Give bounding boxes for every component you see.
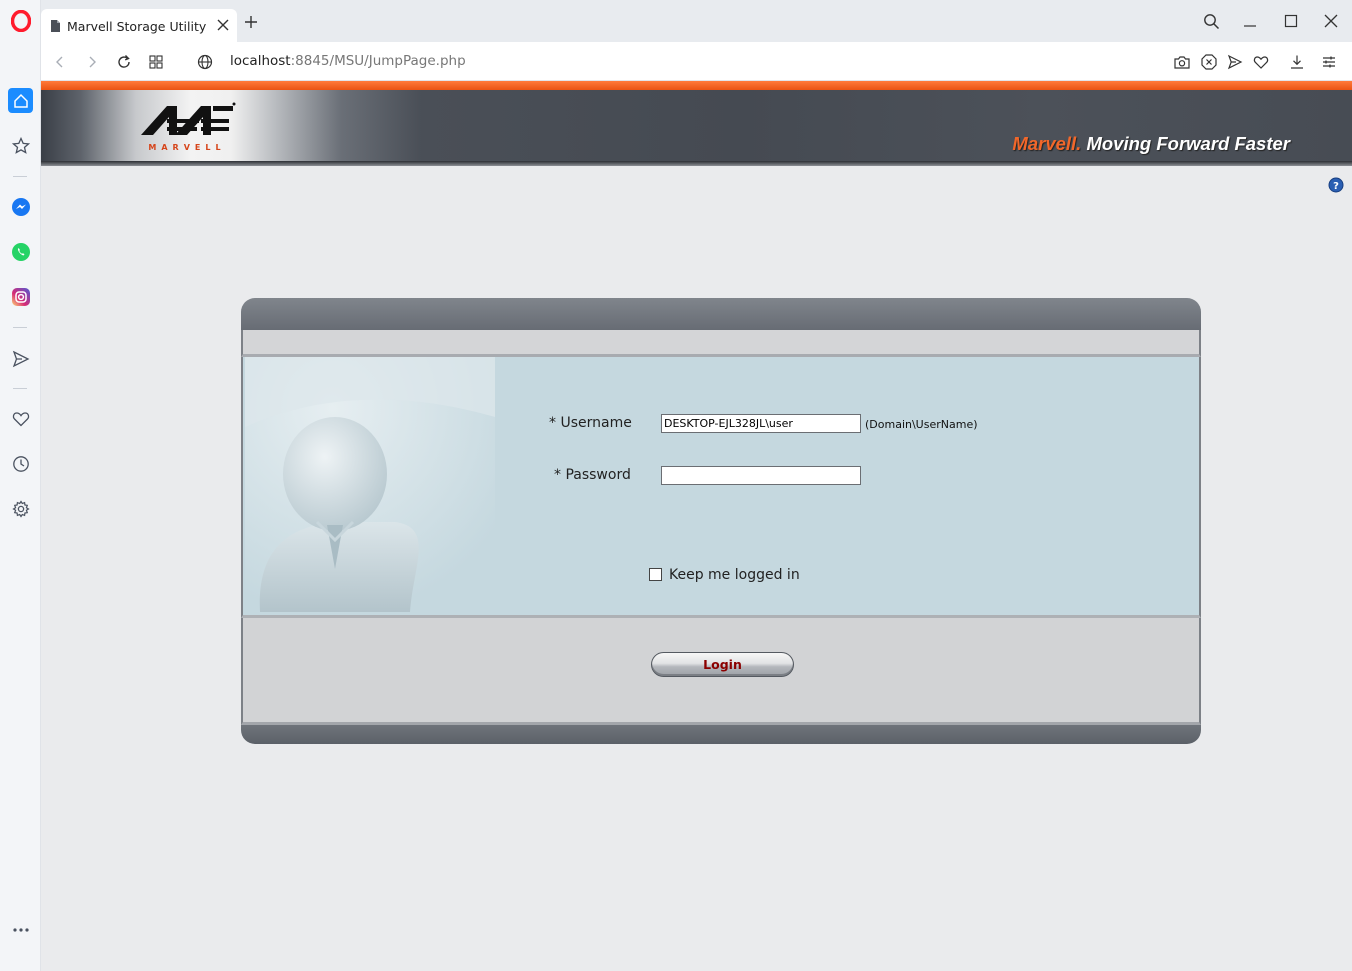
globe-icon[interactable]	[195, 52, 215, 72]
url-field[interactable]: localhost:8845/MSU/JumpPage.php	[230, 53, 466, 69]
close-tab-icon[interactable]	[215, 17, 231, 37]
reload-icon[interactable]	[114, 52, 134, 72]
login-panel: * Username (Domain\UserName) * Password …	[241, 298, 1201, 744]
heart-icon[interactable]	[1252, 53, 1270, 71]
tab-marvell-storage-utility[interactable]: Marvell Storage Utility	[41, 9, 237, 42]
panel-bottom-bar	[241, 725, 1201, 744]
help-icon[interactable]: ?	[1328, 177, 1344, 193]
password-input[interactable]	[661, 466, 861, 485]
minimize-icon[interactable]	[1240, 11, 1260, 31]
marvell-logo: MARVELL	[137, 101, 237, 157]
close-window-icon[interactable]	[1321, 11, 1341, 31]
home-icon[interactable]	[8, 88, 33, 113]
sidebar-separator	[13, 327, 27, 328]
forward-icon[interactable]	[82, 52, 102, 72]
panel-top-bar	[241, 298, 1201, 330]
settings-icon[interactable]	[8, 496, 33, 521]
sidebar-separator	[13, 388, 27, 389]
header-tagline: Marvell. Moving Forward Faster	[1012, 133, 1290, 155]
page-icon	[50, 19, 61, 37]
whatsapp-icon[interactable]	[8, 239, 33, 264]
address-bar: localhost:8845/MSU/JumpPage.php	[41, 42, 1352, 81]
instagram-icon[interactable]	[8, 284, 33, 309]
login-form: * Username (Domain\UserName) * Password …	[241, 357, 1201, 618]
user-silhouette-illustration	[245, 357, 495, 615]
more-icon[interactable]	[8, 917, 33, 942]
heart-icon[interactable]	[8, 406, 33, 431]
tab-grid-icon[interactable]	[146, 52, 166, 72]
tab-bar: Marvell Storage Utility	[41, 0, 1352, 42]
adblock-icon[interactable]	[1200, 53, 1218, 71]
username-format-hint: (Domain\UserName)	[865, 418, 978, 431]
easy-setup-icon[interactable]	[1320, 53, 1338, 71]
history-icon[interactable]	[8, 451, 33, 476]
login-button-label: Login	[703, 657, 742, 672]
search-tabs-icon[interactable]	[1201, 11, 1221, 31]
sidebar-separator	[13, 176, 27, 177]
back-icon[interactable]	[50, 52, 70, 72]
marvell-logo-text: MARVELL	[148, 143, 226, 152]
panel-footer: Login	[241, 618, 1201, 725]
tab-title: Marvell Storage Utility	[67, 19, 207, 34]
header-banner: MARVELL Marvell. Moving Forward Faster	[41, 90, 1352, 166]
opera-logo-icon[interactable]	[8, 8, 33, 33]
url-path: :8845/MSU/JumpPage.php	[290, 53, 466, 69]
new-tab-icon[interactable]	[244, 15, 258, 33]
camera-icon[interactable]	[1173, 53, 1191, 71]
send-icon[interactable]	[1226, 53, 1244, 71]
login-button[interactable]: Login	[651, 652, 794, 677]
username-label: * Username	[549, 415, 632, 431]
tagline-brand: Marvell.	[1012, 133, 1082, 154]
bookmarks-icon[interactable]	[8, 133, 33, 158]
marvell-logo-mark	[141, 102, 236, 135]
tagline-slogan: Moving Forward Faster	[1081, 133, 1290, 154]
username-input[interactable]	[661, 414, 861, 433]
maximize-icon[interactable]	[1281, 11, 1301, 31]
header-accent-bar	[41, 81, 1352, 90]
url-host: localhost	[230, 53, 291, 69]
svg-text:?: ?	[1333, 181, 1339, 192]
keep-logged-in-label[interactable]: Keep me logged in	[669, 567, 800, 583]
panel-title-strip	[241, 330, 1201, 357]
messenger-icon[interactable]	[8, 194, 33, 219]
page-content: MARVELL Marvell. Moving Forward Faster ?	[41, 81, 1352, 971]
download-icon[interactable]	[1288, 53, 1306, 71]
password-label: * Password	[554, 467, 631, 483]
browser-sidebar	[0, 0, 41, 971]
send-icon[interactable]	[8, 346, 33, 371]
keep-logged-in-checkbox[interactable]	[649, 568, 662, 581]
